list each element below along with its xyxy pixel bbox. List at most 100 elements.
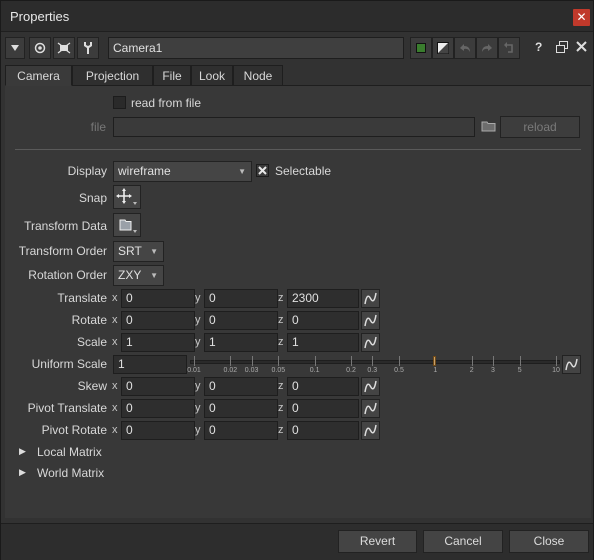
revert-icon[interactable] (498, 37, 520, 59)
node-color-split-icon[interactable] (432, 37, 454, 59)
y-axis-label: y (195, 380, 201, 392)
x-axis-label: x (112, 424, 118, 436)
center-node-icon[interactable] (53, 37, 75, 59)
pivot-rotate-x-field[interactable]: 0 (121, 421, 195, 440)
tab-projection[interactable]: Projection (72, 65, 153, 86)
slider-tick (251, 356, 253, 366)
rotation-order-dropdown[interactable]: ZXY ▼ (113, 265, 164, 286)
translate-x-field[interactable]: 0 (121, 289, 195, 308)
read-from-file-checkbox[interactable] (113, 96, 126, 109)
scale-label: Scale (76, 335, 107, 349)
skew-y-field[interactable]: 0 (204, 377, 278, 396)
scale-y-field[interactable]: 1 (204, 333, 278, 352)
close-window-button[interactable]: ✕ (573, 9, 590, 26)
transform-order-label: Transform Order (18, 244, 107, 258)
transform-data-menu-button[interactable] (113, 213, 141, 237)
skew-label: Skew (77, 379, 107, 393)
slider-track[interactable] (190, 360, 560, 364)
reload-button[interactable]: reload (500, 116, 580, 138)
slider-tick (372, 356, 374, 366)
tab-look[interactable]: Look (191, 65, 233, 86)
uniform-scale-slider[interactable]: 0.01 0.02 0.03 0.05 0.1 0.2 0.3 0.5 1 2 3 5 10 (187, 352, 560, 376)
skew-z-field[interactable]: 0 (287, 377, 359, 396)
world-matrix-group[interactable]: ▶ World Matrix (19, 465, 139, 483)
cancel-button[interactable]: Cancel (423, 530, 503, 553)
transform-data-icon (119, 219, 137, 233)
dialog-footer: Revert Cancel Close (1, 523, 593, 560)
world-matrix-label: World Matrix (37, 466, 105, 480)
slider-tick (471, 356, 473, 366)
transform-order-value: SRT (118, 244, 142, 258)
uniform-scale-animation-button[interactable] (562, 355, 581, 374)
rotation-order-label: Rotation Order (28, 268, 107, 282)
pivot-translate-y-field[interactable]: 0 (204, 399, 278, 418)
scale-animation-button[interactable] (361, 333, 380, 352)
z-axis-label: z (278, 380, 284, 392)
pivot-translate-animation-button[interactable] (361, 399, 380, 418)
scale-x-field[interactable]: 1 (121, 333, 195, 352)
transform-order-dropdown[interactable]: SRT ▼ (113, 241, 164, 262)
revert-button[interactable]: Revert (338, 530, 417, 553)
tab-camera[interactable]: Camera (5, 65, 72, 86)
x-axis-label: x (112, 380, 118, 392)
title-bar[interactable]: Properties ✕ (1, 1, 593, 32)
pivot-rotate-y-field[interactable]: 0 (204, 421, 278, 440)
slider-tick-label: 0.02 (223, 367, 238, 374)
node-color-green-icon[interactable] (410, 37, 432, 59)
y-axis-label: y (195, 336, 201, 348)
skew-x-field[interactable]: 0 (121, 377, 195, 396)
animation-curve-icon (364, 314, 377, 327)
skew-animation-button[interactable] (361, 377, 380, 396)
slider-tick (278, 356, 280, 366)
rotate-label: Rotate (71, 313, 107, 327)
tab-node[interactable]: Node (233, 65, 283, 86)
view-node-icon[interactable] (29, 37, 51, 59)
slider-tick-label: 0.05 (271, 367, 286, 374)
z-axis-label: z (278, 424, 284, 436)
file-path-field[interactable] (113, 117, 475, 137)
undo-icon[interactable] (454, 37, 476, 59)
float-panel-icon[interactable] (556, 41, 568, 56)
display-dropdown[interactable]: wireframe ▼ (113, 161, 252, 182)
redo-icon[interactable] (476, 37, 498, 59)
z-axis-label: z (278, 292, 284, 304)
snap-menu-button[interactable] (113, 185, 141, 209)
help-icon[interactable]: ? (535, 40, 542, 54)
pivot-rotate-animation-button[interactable] (361, 421, 380, 440)
z-axis-label: z (278, 314, 284, 326)
slider-handle[interactable] (433, 356, 437, 366)
pivot-translate-x-field[interactable]: 0 (121, 399, 195, 418)
rotate-z-field[interactable]: 0 (287, 311, 359, 330)
tab-file[interactable]: File (153, 65, 191, 86)
translate-z-field[interactable]: 2300 (287, 289, 359, 308)
rotate-x-field[interactable]: 0 (121, 311, 195, 330)
animation-curve-icon (364, 424, 377, 437)
tab-bar: Camera Projection File Look Node (5, 65, 591, 86)
x-axis-label: x (112, 314, 118, 326)
translate-y-field[interactable]: 0 (204, 289, 278, 308)
expand-triangle-icon[interactable]: ▶ (19, 446, 26, 457)
node-name-field[interactable]: Camera1 (108, 37, 404, 59)
local-matrix-group[interactable]: ▶ Local Matrix (19, 444, 139, 462)
pivot-translate-z-field[interactable]: 0 (287, 399, 359, 418)
slider-tick-label: 10 (552, 367, 560, 374)
close-button[interactable]: Close (509, 530, 589, 553)
pivot-rotate-z-field[interactable]: 0 (287, 421, 359, 440)
uniform-scale-field[interactable]: 1 (113, 355, 187, 374)
section-divider (15, 149, 581, 150)
folder-browse-icon[interactable] (481, 119, 497, 136)
selectable-checkbox[interactable] (256, 164, 269, 177)
z-axis-label: z (278, 402, 284, 414)
close-panel-icon[interactable] (576, 41, 587, 55)
scale-z-field[interactable]: 1 (287, 333, 359, 352)
collapse-arrow-icon[interactable] (5, 37, 25, 59)
chevron-down-icon: ▼ (150, 247, 158, 256)
rotate-y-field[interactable]: 0 (204, 311, 278, 330)
wrench-icon[interactable] (77, 37, 99, 59)
expand-triangle-icon[interactable]: ▶ (19, 467, 26, 478)
pivot-rotate-label: Pivot Rotate (41, 423, 107, 437)
translate-animation-button[interactable] (361, 289, 380, 308)
selectable-label: Selectable (275, 164, 332, 178)
rotate-animation-button[interactable] (361, 311, 380, 330)
rotation-order-value: ZXY (118, 268, 142, 282)
